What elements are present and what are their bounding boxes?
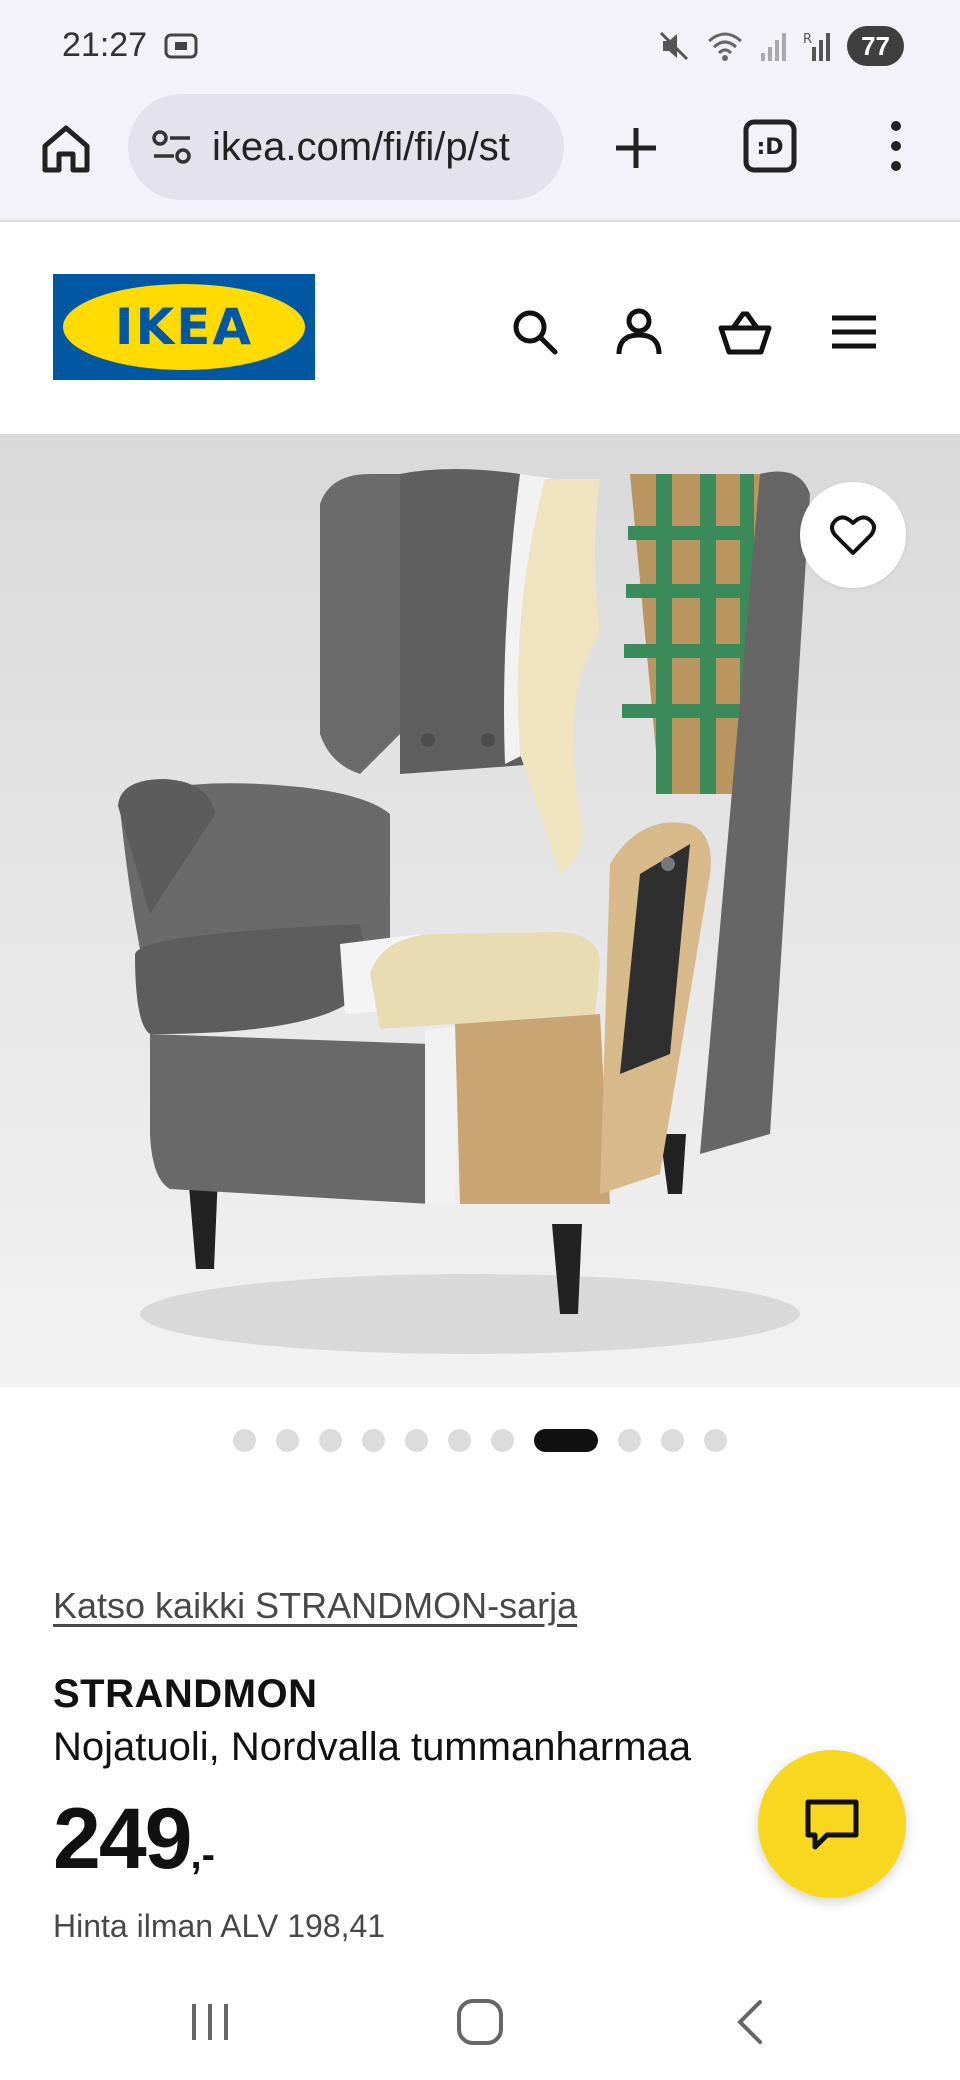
carousel-dot-active[interactable] [534, 1428, 598, 1452]
mute-icon [660, 31, 689, 61]
wifi-icon [708, 32, 743, 61]
product-description: Nojatuoli, Nordvalla tummanharmaa [53, 1725, 692, 1769]
search-icon[interactable] [507, 304, 563, 360]
carousel-dot[interactable] [319, 1428, 342, 1452]
home-nav-icon[interactable] [450, 1992, 510, 2052]
signal-icon [761, 33, 787, 61]
home-icon[interactable] [38, 120, 94, 176]
carousel-dot[interactable] [405, 1428, 428, 1452]
chat-button[interactable] [758, 1750, 906, 1898]
series-link[interactable]: Katso kaikki STRANDMON-sarja [53, 1585, 577, 1627]
carousel-dot[interactable] [233, 1428, 256, 1452]
carousel-dot[interactable] [448, 1428, 471, 1452]
price-suffix: ,- [190, 1833, 215, 1877]
cart-icon[interactable] [717, 304, 773, 360]
favorite-button[interactable] [800, 482, 906, 588]
battery-level: 77 [847, 26, 904, 66]
site-settings-icon[interactable] [150, 127, 194, 167]
screenshot-icon [164, 33, 198, 59]
heart-icon [830, 515, 876, 555]
product-price: 249,- [53, 1790, 215, 1889]
chat-icon [805, 1799, 859, 1850]
system-navigation-bar [0, 1970, 960, 2080]
price-integer: 249 [53, 1791, 192, 1887]
product-name: STRANDMON [53, 1672, 318, 1716]
svg-text::D: :D [756, 135, 783, 160]
carousel-dot[interactable] [362, 1428, 385, 1452]
more-menu-icon[interactable] [880, 118, 912, 174]
ikea-logo[interactable]: IKEA [53, 274, 315, 380]
carousel-dot[interactable] [618, 1428, 641, 1452]
recent-apps-icon[interactable] [180, 1992, 240, 2052]
svg-text:IKEA: IKEA [115, 298, 253, 356]
carousel-dot[interactable] [276, 1428, 299, 1452]
price-excl-vat: Hinta ilman ALV 198,41 [53, 1908, 386, 1944]
carousel-dot[interactable] [704, 1428, 727, 1452]
back-icon[interactable] [720, 1992, 780, 2052]
carousel-dot[interactable] [661, 1428, 684, 1452]
status-time: 21:27 [62, 26, 148, 64]
address-bar[interactable]: ikea.com/fi/fi/p/st [128, 94, 564, 200]
status-indicators: R 77 [657, 26, 904, 66]
carousel-dot[interactable] [491, 1428, 514, 1452]
new-tab-plus-icon[interactable] [608, 120, 664, 176]
product-image[interactable] [0, 434, 960, 1387]
status-bar: 21:27 R 77 [0, 0, 960, 92]
browser-toolbar: ikea.com/fi/fi/p/st :D [0, 92, 960, 222]
signal-r-icon: R [803, 32, 831, 61]
armchair-cutaway-illustration [118, 469, 810, 1354]
tab-switcher-icon[interactable]: :D [742, 118, 798, 174]
svg-text:R: R [803, 32, 812, 47]
site-header: IKEA [0, 224, 960, 434]
account-icon[interactable] [611, 304, 667, 360]
image-carousel-indicator [0, 1426, 960, 1454]
url-text[interactable]: ikea.com/fi/fi/p/st [212, 125, 510, 170]
menu-icon[interactable] [826, 304, 882, 360]
